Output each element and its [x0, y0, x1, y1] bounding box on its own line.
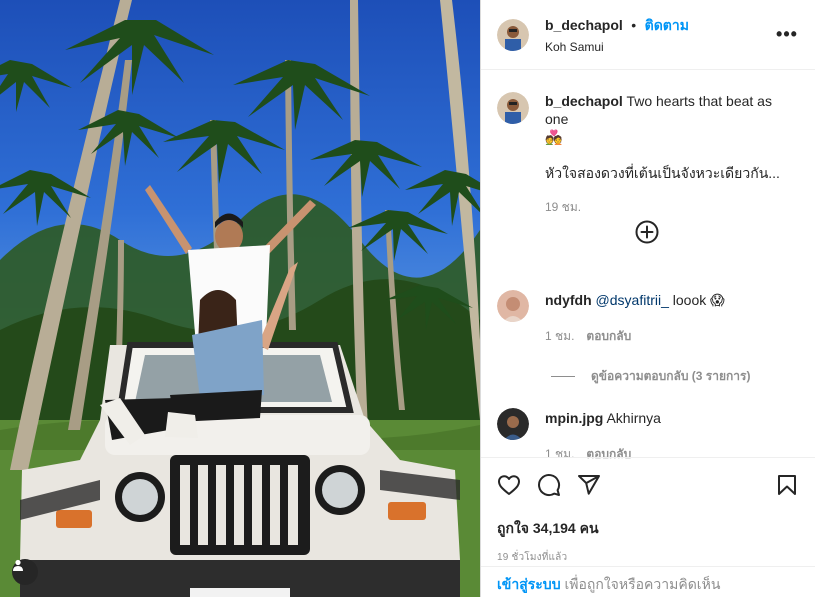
share-icon[interactable]: [577, 473, 601, 497]
author-avatar[interactable]: [497, 18, 529, 51]
plus-circle-icon[interactable]: [635, 220, 659, 244]
post-actions: ถูกใจ 34,194 คน 19 ชั่วโมงที่แล้ว: [481, 457, 815, 565]
caption-username[interactable]: b_dechapol: [545, 93, 623, 109]
comment-text: Akhirnya: [606, 410, 661, 426]
comment-mention[interactable]: @dsyafitrii_: [596, 292, 669, 308]
caption-text-th: หัวใจสองดวงที่เต้นเป็นจังหวะเดียวกัน...: [545, 165, 780, 181]
post-photo[interactable]: [0, 0, 480, 597]
reply-button[interactable]: ตอบกลับ: [586, 327, 631, 345]
heart-icon[interactable]: [497, 473, 521, 497]
comment-body: ndyfdh @dsyafitrii_ loook 😱 1 ชม. ตอบกลั…: [545, 290, 799, 345]
post-time[interactable]: 19 ชั่วโมงที่แล้ว: [497, 550, 799, 565]
view-replies-label: ดูข้อความตอบกลับ (3 รายการ): [591, 369, 751, 383]
more-options-icon[interactable]: •••: [775, 24, 799, 45]
commenter-avatar[interactable]: [497, 408, 529, 440]
view-replies-button[interactable]: ดูข้อความตอบกลับ (3 รายการ): [551, 367, 799, 386]
login-bar-text: เพื่อถูกใจหรือความคิดเห็น: [560, 576, 721, 592]
comment-username[interactable]: ndyfdh: [545, 292, 592, 308]
comment-body: mpin.jpg Akhirnya 1 ชม. ตอบกลับ: [545, 408, 799, 463]
post-dialog: b_dechapol • ติดตาม Koh Samui ••• b_dech…: [0, 0, 815, 597]
comment-age[interactable]: 1 ชม.: [545, 327, 574, 345]
comment-text: loook: [672, 292, 707, 308]
follow-button[interactable]: ติดตาม: [645, 17, 689, 33]
post-side-panel: b_dechapol • ติดตาม Koh Samui ••• b_dech…: [480, 0, 815, 597]
caption-avatar[interactable]: [497, 92, 529, 124]
commenter-avatar[interactable]: [497, 290, 529, 322]
caption-row: b_dechapol Two hearts that beat as one 💑…: [497, 92, 799, 216]
comment-meta: 1 ชม. ตอบกลับ: [545, 327, 799, 345]
comment-username[interactable]: mpin.jpg: [545, 410, 603, 426]
comment-icon[interactable]: [537, 473, 561, 497]
caption-body: b_dechapol Two hearts that beat as one 💑…: [545, 92, 799, 216]
photo-scene: [0, 0, 480, 597]
replies-line: [551, 376, 575, 377]
caption-age[interactable]: 19 ชม.: [545, 198, 581, 216]
user-tag-icon[interactable]: [12, 559, 38, 585]
login-bar: เข้าสู่ระบบ เพื่อถูกใจหรือความคิดเห็น: [481, 566, 815, 597]
comment-item: ndyfdh @dsyafitrii_ loook 😱 1 ชม. ตอบกลั…: [497, 290, 799, 345]
bookmark-icon[interactable]: [775, 473, 799, 497]
caption-emoji: 💑: [545, 129, 563, 145]
header-separator: •: [631, 17, 637, 33]
comment-emoji: 😱: [710, 292, 725, 308]
author-username[interactable]: b_dechapol: [545, 17, 623, 33]
caption-meta: 19 ชม.: [545, 198, 799, 216]
post-header: b_dechapol • ติดตาม Koh Samui •••: [481, 0, 815, 70]
action-icons: [497, 470, 799, 500]
header-text: b_dechapol • ติดตาม Koh Samui: [545, 15, 775, 54]
post-location[interactable]: Koh Samui: [545, 40, 775, 54]
login-link[interactable]: เข้าสู่ระบบ: [497, 576, 561, 592]
comment-item: mpin.jpg Akhirnya 1 ชม. ตอบกลับ: [497, 408, 799, 463]
likes-count[interactable]: ถูกใจ 34,194 คน: [497, 518, 799, 540]
